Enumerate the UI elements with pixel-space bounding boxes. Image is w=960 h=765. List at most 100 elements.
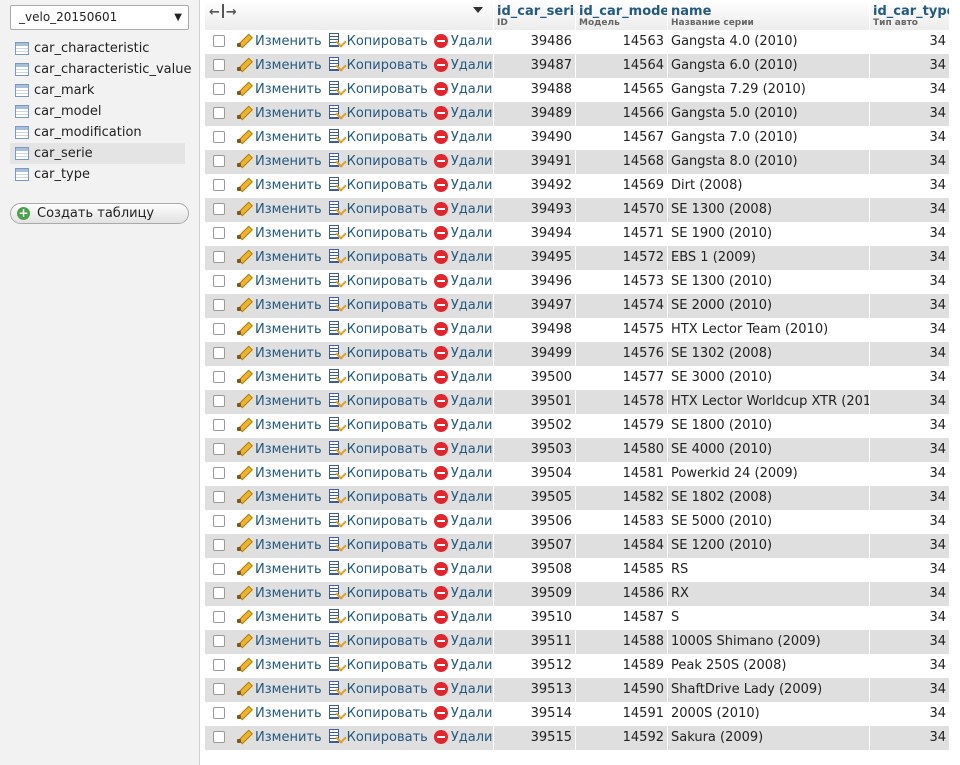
delete-button[interactable]: Удалить — [433, 78, 493, 102]
column-header-id-car-type[interactable]: id_car_type Тип авто — [870, 0, 950, 30]
delete-button[interactable]: Удалить — [433, 342, 493, 366]
delete-button[interactable]: Удалить — [433, 678, 493, 702]
cell-id-car-type[interactable]: 34 — [870, 246, 950, 270]
edit-button[interactable]: Изменить — [236, 30, 322, 54]
sidebar-item-car-characteristic-value[interactable]: car_characteristic_value — [10, 59, 191, 80]
cell-id-car-serie[interactable]: 39495 — [494, 246, 576, 270]
cell-name[interactable]: Powerkid 24 (2009) — [668, 462, 870, 486]
cell-id-car-model[interactable]: 14578 — [576, 390, 668, 414]
row-checkbox[interactable] — [213, 179, 225, 191]
row-checkbox[interactable] — [213, 131, 225, 143]
cell-id-car-serie[interactable]: 39514 — [494, 702, 576, 726]
cell-id-car-serie[interactable]: 39490 — [494, 126, 576, 150]
row-checkbox[interactable] — [213, 251, 225, 263]
delete-button[interactable]: Удалить — [433, 558, 493, 582]
cell-id-car-model[interactable]: 14588 — [576, 630, 668, 654]
row-checkbox[interactable] — [213, 731, 225, 743]
delete-button[interactable]: Удалить — [433, 630, 493, 654]
sidebar-item-car-modification[interactable]: car_modification — [10, 122, 185, 143]
copy-button[interactable]: Копировать — [328, 126, 428, 150]
copy-button[interactable]: Копировать — [328, 534, 428, 558]
delete-button[interactable]: Удалить — [433, 438, 493, 462]
copy-button[interactable]: Копировать — [328, 294, 428, 318]
row-checkbox[interactable] — [213, 107, 225, 119]
cell-id-car-serie[interactable]: 39504 — [494, 462, 576, 486]
cell-id-car-type[interactable]: 34 — [870, 438, 950, 462]
cell-name[interactable]: Gangsta 7.29 (2010) — [668, 78, 870, 102]
cell-name[interactable]: 2000S (2010) — [668, 702, 870, 726]
cell-id-car-serie[interactable]: 39505 — [494, 486, 576, 510]
copy-button[interactable]: Копировать — [328, 318, 428, 342]
row-checkbox[interactable] — [213, 83, 225, 95]
edit-button[interactable]: Изменить — [236, 54, 322, 78]
cell-id-car-type[interactable]: 34 — [870, 630, 950, 654]
copy-button[interactable]: Копировать — [328, 606, 428, 630]
copy-button[interactable]: Копировать — [328, 54, 428, 78]
cell-id-car-type[interactable]: 34 — [870, 198, 950, 222]
copy-button[interactable]: Копировать — [328, 582, 428, 606]
cell-id-car-model[interactable]: 14584 — [576, 534, 668, 558]
cell-id-car-serie[interactable]: 39494 — [494, 222, 576, 246]
edit-button[interactable]: Изменить — [236, 174, 322, 198]
sidebar-item-car-model[interactable]: car_model — [10, 101, 185, 122]
options-caret-icon[interactable] — [473, 7, 483, 13]
cell-id-car-model[interactable]: 14581 — [576, 462, 668, 486]
cell-name[interactable]: HTX Lector Team (2010) — [668, 318, 870, 342]
cell-id-car-type[interactable]: 34 — [870, 174, 950, 198]
row-checkbox[interactable] — [213, 491, 225, 503]
row-checkbox[interactable] — [213, 227, 225, 239]
delete-button[interactable]: Удалить — [433, 582, 493, 606]
delete-button[interactable]: Удалить — [433, 462, 493, 486]
edit-button[interactable]: Изменить — [236, 678, 322, 702]
cell-id-car-type[interactable]: 34 — [870, 582, 950, 606]
cell-id-car-model[interactable]: 14569 — [576, 174, 668, 198]
cell-id-car-type[interactable]: 34 — [870, 654, 950, 678]
edit-button[interactable]: Изменить — [236, 654, 322, 678]
cell-id-car-model[interactable]: 14564 — [576, 54, 668, 78]
column-header-id-car-model[interactable]: id_car_model Модель — [576, 0, 668, 30]
delete-button[interactable]: Удалить — [433, 222, 493, 246]
cell-id-car-model[interactable]: 14589 — [576, 654, 668, 678]
delete-button[interactable]: Удалить — [433, 270, 493, 294]
cell-name[interactable]: 1000S Shimano (2009) — [668, 630, 870, 654]
copy-button[interactable]: Копировать — [328, 222, 428, 246]
delete-button[interactable]: Удалить — [433, 150, 493, 174]
cell-id-car-serie[interactable]: 39493 — [494, 198, 576, 222]
cell-name[interactable]: Gangsta 6.0 (2010) — [668, 54, 870, 78]
cell-name[interactable]: Dirt (2008) — [668, 174, 870, 198]
cell-id-car-type[interactable]: 34 — [870, 150, 950, 174]
copy-button[interactable]: Копировать — [328, 702, 428, 726]
row-checkbox[interactable] — [213, 323, 225, 335]
cell-id-car-type[interactable]: 34 — [870, 294, 950, 318]
delete-button[interactable]: Удалить — [433, 294, 493, 318]
row-checkbox[interactable] — [213, 659, 225, 671]
edit-button[interactable]: Изменить — [236, 462, 322, 486]
edit-button[interactable]: Изменить — [236, 486, 322, 510]
copy-button[interactable]: Копировать — [328, 726, 428, 750]
cell-id-car-serie[interactable]: 39486 — [494, 30, 576, 54]
delete-button[interactable]: Удалить — [433, 366, 493, 390]
cell-id-car-model[interactable]: 14563 — [576, 30, 668, 54]
delete-button[interactable]: Удалить — [433, 414, 493, 438]
copy-button[interactable]: Копировать — [328, 462, 428, 486]
delete-button[interactable]: Удалить — [433, 510, 493, 534]
cell-id-car-serie[interactable]: 39496 — [494, 270, 576, 294]
cell-id-car-type[interactable]: 34 — [870, 126, 950, 150]
edit-button[interactable]: Изменить — [236, 702, 322, 726]
cell-name[interactable]: SE 1900 (2010) — [668, 222, 870, 246]
delete-button[interactable]: Удалить — [433, 534, 493, 558]
cell-name[interactable]: RS — [668, 558, 870, 582]
cell-id-car-type[interactable]: 34 — [870, 342, 950, 366]
cell-id-car-type[interactable]: 34 — [870, 486, 950, 510]
cell-id-car-model[interactable]: 14585 — [576, 558, 668, 582]
cell-id-car-type[interactable]: 34 — [870, 222, 950, 246]
cell-id-car-type[interactable]: 34 — [870, 414, 950, 438]
copy-button[interactable]: Копировать — [328, 654, 428, 678]
cell-id-car-type[interactable]: 34 — [870, 606, 950, 630]
copy-button[interactable]: Копировать — [328, 390, 428, 414]
create-table-button[interactable]: + Создать таблицу — [10, 203, 189, 224]
cell-name[interactable]: SE 1300 (2010) — [668, 270, 870, 294]
edit-button[interactable]: Изменить — [236, 630, 322, 654]
column-resize-arrows-icon[interactable]: ← → — [209, 4, 237, 20]
edit-button[interactable]: Изменить — [236, 78, 322, 102]
